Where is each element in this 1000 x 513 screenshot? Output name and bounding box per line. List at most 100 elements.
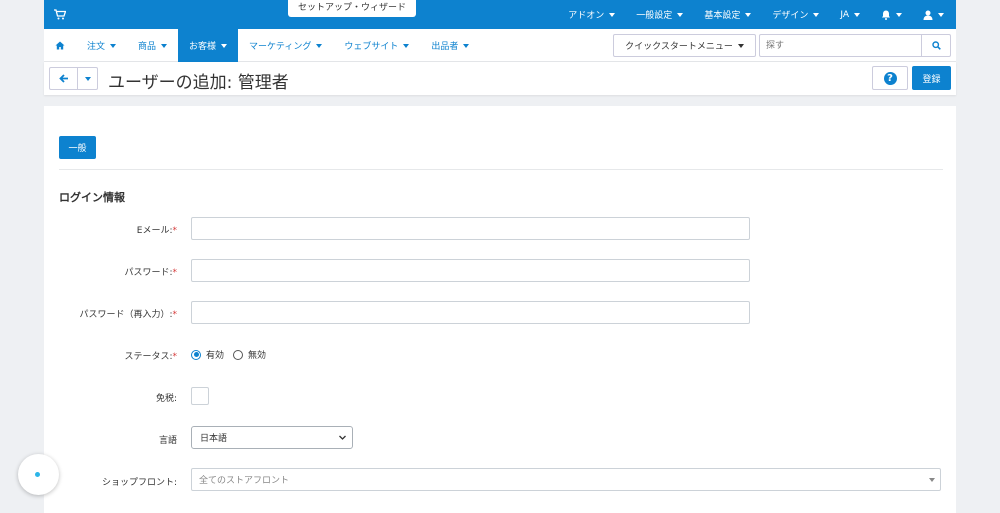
language-menu-label: JA [840, 9, 849, 20]
password-field[interactable] [191, 259, 750, 282]
caret-down-icon [677, 12, 684, 17]
nav-orders[interactable]: 注文 [76, 29, 127, 62]
nav-vendors[interactable]: 出品者 [420, 29, 480, 62]
storefront-label: ショップフロント: [101, 478, 177, 488]
divider [59, 169, 943, 170]
caret-down-icon [745, 12, 752, 17]
status-label: ステータス:* [44, 349, 177, 362]
tab-general[interactable]: 一般 [59, 136, 96, 159]
required-mark: * [172, 310, 178, 320]
design-menu[interactable]: デザイン [772, 8, 820, 21]
password-confirm-field[interactable] [191, 301, 750, 324]
password-label-text: パスワード: [124, 268, 173, 278]
back-dropdown-button[interactable] [78, 67, 98, 90]
chat-widget-logo [35, 472, 42, 477]
nav-items: 注文 商品 お客様 マーケティング ウェブサイト 出品者 [44, 29, 480, 62]
arrow-left-icon [58, 74, 68, 83]
language-menu[interactable]: JA [840, 10, 860, 20]
status-radio-group: 有効 無効 [191, 348, 275, 361]
caret-down-icon [737, 43, 744, 48]
required-mark: * [172, 268, 178, 278]
notifications-menu[interactable] [881, 10, 902, 20]
chat-logo-icon [35, 472, 40, 477]
caret-down-icon [896, 12, 902, 17]
cart-icon[interactable] [54, 9, 67, 20]
tax-exempt-label: 免税: [155, 394, 177, 404]
general-settings-menu-label: 一般設定 [636, 11, 673, 21]
status-active-radio[interactable] [191, 349, 201, 360]
bell-icon [882, 10, 890, 20]
caret-down-icon [854, 12, 860, 17]
general-settings-menu[interactable]: 一般設定 [636, 8, 684, 21]
design-menu-label: デザイン [772, 11, 809, 21]
main-navigation: 注文 商品 お客様 マーケティング ウェブサイト 出品者 クイックスタートメニュ… [44, 29, 956, 62]
tax-exempt-checkbox[interactable] [191, 387, 209, 405]
nav-vendors-label: 出品者 [431, 42, 459, 52]
basic-settings-menu[interactable]: 基本設定 [704, 8, 752, 21]
back-button[interactable] [49, 67, 78, 90]
caret-down-icon [316, 43, 323, 48]
status-active-label: 有効 [206, 351, 225, 361]
password-confirm-label: パスワード（再入力）:* [44, 307, 177, 320]
search-input[interactable] [760, 35, 922, 56]
password-confirm-label-text: パスワード（再入力）: [79, 310, 173, 320]
storefront-placeholder: 全てのストアフロント [199, 476, 290, 486]
user-menu[interactable] [923, 10, 944, 20]
title-bar: ユーザーの追加: 管理者 ? 登録 [44, 62, 956, 95]
user-icon [923, 10, 933, 20]
help-button[interactable]: ? [872, 66, 908, 90]
language-select-value: 日本語 [200, 434, 228, 444]
language-label: 言語 [158, 436, 177, 446]
nav-products[interactable]: 商品 [127, 29, 178, 62]
nav-orders-label: 注文 [87, 42, 106, 52]
caret-down-icon [221, 43, 228, 48]
content-panel: 一般 ログイン情報 Eメール:* パスワード:* パスワード（再入力）:* ステ… [44, 106, 956, 513]
nav-marketing[interactable]: マーケティング [238, 29, 333, 62]
required-mark: * [172, 226, 178, 236]
caret-down-icon [110, 43, 117, 48]
question-circle-icon: ? [883, 71, 897, 85]
language-select[interactable]: 日本語 [191, 426, 353, 449]
password-label: パスワード:* [44, 265, 177, 278]
caret-down-icon [813, 12, 820, 17]
top-menu: アドオン 一般設定 基本設定 デザイン JA [547, 0, 944, 29]
search-icon [931, 41, 941, 50]
nav-customers-label: お客様 [189, 42, 217, 52]
storefront-select[interactable]: 全てのストアフロント [191, 468, 941, 491]
caret-down-icon [609, 12, 616, 17]
nav-website-label: ウェブサイト [344, 42, 399, 52]
caret-down-icon [403, 43, 410, 48]
status-disabled-radio[interactable] [233, 349, 244, 360]
nav-customers[interactable]: お客様 [178, 29, 239, 62]
chevron-down-icon [339, 435, 346, 440]
caret-down-icon [84, 76, 91, 81]
section-title: ログイン情報 [59, 191, 125, 204]
addons-menu-label: アドオン [568, 11, 605, 21]
caret-down-icon [463, 43, 470, 48]
search-box [759, 34, 951, 57]
quick-start-menu-button[interactable]: クイックスタートメニュー [613, 34, 756, 57]
addons-menu[interactable]: アドオン [568, 8, 616, 21]
page-title: ユーザーの追加: 管理者 [108, 73, 289, 93]
caret-down-icon [161, 43, 168, 48]
status-disabled-label: 無効 [248, 351, 267, 361]
caret-down-icon [938, 12, 944, 17]
chat-widget-button[interactable] [18, 454, 59, 495]
top-bar: セットアップ・ウィザード アドオン 一般設定 基本設定 デザイン JA [44, 0, 956, 29]
quick-start-menu-label: クイックスタートメニュー [625, 42, 733, 52]
email-label: Eメール:* [44, 223, 177, 236]
nav-home[interactable] [44, 29, 76, 62]
email-label-text: Eメール: [136, 226, 173, 236]
email-field[interactable] [191, 217, 750, 240]
search-button[interactable] [921, 35, 950, 56]
basic-settings-menu-label: 基本設定 [704, 11, 741, 21]
nav-website[interactable]: ウェブサイト [333, 29, 420, 62]
nav-marketing-label: マーケティング [249, 42, 312, 52]
required-mark: * [172, 352, 178, 362]
save-button[interactable]: 登録 [912, 66, 951, 90]
caret-down-icon [929, 478, 935, 482]
nav-products-label: 商品 [138, 42, 157, 52]
home-icon [55, 41, 65, 50]
status-label-text: ステータス: [124, 352, 173, 362]
setup-wizard-button[interactable]: セットアップ・ウィザード [288, 0, 416, 17]
